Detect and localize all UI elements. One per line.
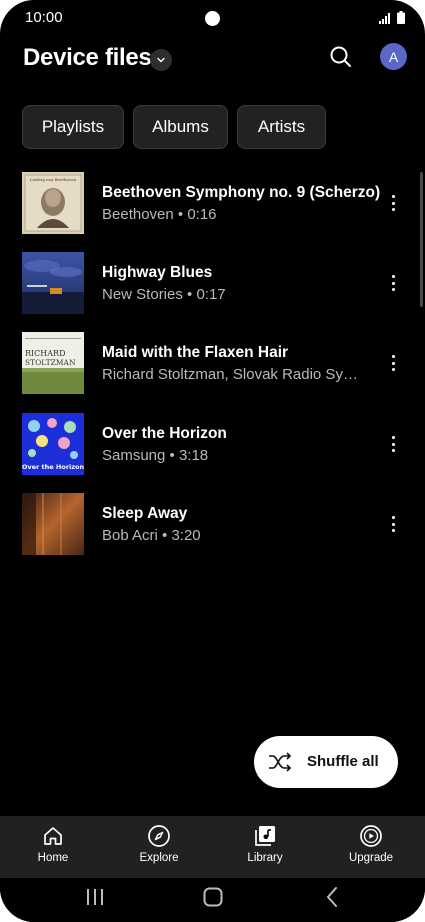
nav-explore[interactable]: Explore bbox=[106, 816, 212, 878]
chip-albums[interactable]: Albums bbox=[133, 105, 228, 149]
chip-playlists[interactable]: Playlists bbox=[22, 105, 124, 149]
track-title: Maid with the Flaxen Hair bbox=[102, 344, 289, 361]
bottom-nav: Home Explore Library Upgrade bbox=[0, 816, 425, 878]
chevron-down-icon bbox=[157, 57, 165, 63]
system-nav-bar bbox=[0, 878, 425, 922]
more-options-icon[interactable] bbox=[386, 192, 400, 214]
track-title: Over the Horizon bbox=[102, 425, 227, 442]
album-art-horizon-text: Over the Horizon bbox=[22, 463, 84, 471]
nav-home[interactable]: Home bbox=[0, 816, 106, 878]
album-art-sleep-away bbox=[22, 493, 84, 555]
nav-library-label: Library bbox=[247, 852, 283, 864]
album-art-beethoven: Ludwig van Beethoven bbox=[22, 172, 84, 234]
shuffle-icon bbox=[269, 752, 292, 772]
status-time: 10:00 bbox=[25, 9, 63, 26]
more-options-icon[interactable] bbox=[386, 272, 400, 294]
track-title: Sleep Away bbox=[102, 505, 188, 522]
track-row[interactable]: Over the Horizon Over the Horizon Samsun… bbox=[0, 413, 425, 477]
recent-apps-icon[interactable] bbox=[84, 887, 106, 907]
more-options-icon[interactable] bbox=[386, 513, 400, 535]
track-title: Beethoven Symphony no. 9 (Scherzo) bbox=[102, 184, 381, 201]
battery-icon bbox=[397, 11, 405, 24]
front-camera bbox=[205, 11, 220, 26]
more-options-icon[interactable] bbox=[386, 352, 400, 374]
more-options-icon[interactable] bbox=[386, 433, 400, 455]
search-icon bbox=[330, 46, 351, 67]
track-subtitle: Beethoven • 0:16 bbox=[102, 206, 217, 223]
track-title: Highway Blues bbox=[102, 264, 213, 281]
search-button[interactable] bbox=[328, 44, 354, 70]
page-title: Device files bbox=[23, 44, 152, 71]
shuffle-all-label: Shuffle all bbox=[307, 753, 379, 770]
nav-upgrade[interactable]: Upgrade bbox=[318, 816, 424, 878]
track-row[interactable]: RICHARD STOLTZMAN Maid with the Flaxen H… bbox=[0, 332, 425, 396]
album-art-stoltzman-top: RICHARD bbox=[25, 349, 66, 358]
chip-artists[interactable]: Artists bbox=[237, 105, 326, 149]
status-bar: 10:00 bbox=[0, 0, 425, 36]
nav-library[interactable]: Library bbox=[212, 816, 318, 878]
track-row[interactable]: Ludwig van Beethoven Beethoven Symphony … bbox=[0, 172, 425, 236]
track-row[interactable]: Highway Blues New Stories • 0:17 bbox=[0, 252, 425, 316]
nav-upgrade-label: Upgrade bbox=[348, 852, 394, 864]
library-icon bbox=[255, 826, 275, 846]
track-subtitle: Samsung • 3:18 bbox=[102, 447, 209, 464]
track-row[interactable]: Sleep Away Bob Acri • 3:20 bbox=[0, 493, 425, 557]
album-art-beethoven-text: Ludwig van Beethoven bbox=[30, 177, 77, 182]
shuffle-all-button[interactable]: Shuffle all bbox=[254, 736, 398, 788]
album-art-horizon: Over the Horizon bbox=[22, 413, 84, 475]
status-icons bbox=[379, 11, 405, 24]
compass-icon bbox=[148, 825, 170, 847]
track-subtitle: New Stories • 0:17 bbox=[102, 286, 226, 303]
track-subtitle: Bob Acri • 3:20 bbox=[102, 527, 201, 544]
album-art-stoltzman: RICHARD STOLTZMAN bbox=[22, 332, 84, 394]
home-system-icon[interactable] bbox=[202, 886, 224, 908]
nav-explore-label: Explore bbox=[139, 852, 179, 864]
scrollbar[interactable] bbox=[420, 172, 423, 307]
back-icon[interactable] bbox=[323, 886, 343, 908]
nav-home-label: Home bbox=[37, 852, 69, 864]
source-dropdown-button[interactable] bbox=[150, 49, 172, 71]
track-subtitle: Richard Stoltzman, Slovak Radio Symphony… bbox=[102, 366, 367, 383]
album-art-highway bbox=[22, 252, 84, 314]
home-icon bbox=[44, 827, 62, 845]
signal-icon bbox=[379, 13, 390, 24]
album-art-stoltzman-bottom: STOLTZMAN bbox=[25, 358, 76, 367]
upgrade-play-icon bbox=[360, 825, 382, 847]
phone-screen: 10:00 Device files A Playlists Albums Ar… bbox=[0, 0, 425, 922]
avatar[interactable]: A bbox=[380, 43, 407, 70]
